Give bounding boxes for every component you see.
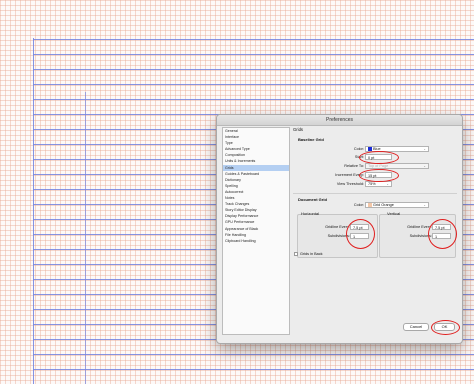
document-color-label: Color: [353,203,364,207]
baseline-relative-value: Top of Page [368,164,389,168]
baseline-increment-field[interactable]: 15 pt [365,172,392,178]
column-guide-line [85,92,86,384]
vertical-gridline-field[interactable]: 7.5 pt [432,224,451,230]
dialog-title[interactable]: Preferences [217,115,462,126]
document-color-select[interactable]: Grid Orange ⌄ [365,202,429,208]
page-edge-line [33,38,34,384]
chevron-down-icon: ⌄ [423,164,426,168]
horizontal-title: Horizontal [301,211,320,216]
sidebar-item-clipboard-handling[interactable]: Clipboard Handling [223,238,289,244]
document-grid-title: Document Grid [298,197,327,202]
ok-button[interactable]: OK [434,323,455,331]
preferences-sidebar[interactable]: General Interface Type Advanced Type Composi… [222,127,290,335]
baseline-increment-label: Increment Every: [335,173,364,177]
baseline-start-field[interactable]: 0 pt [365,154,392,160]
baseline-threshold-label: View Threshold: [336,182,364,186]
section-title: Grids [293,127,304,132]
horizontal-subdivisions-label: Subdivisions: [327,234,350,238]
baseline-relative-select[interactable]: Top of Page ⌄ [365,163,429,169]
baseline-color-select[interactable]: Blue ⌄ [365,146,429,152]
grids-panel: Grids Baseline Grid Color: Blue ⌄ Start:… [293,127,460,335]
horizontal-gridline-label: Gridline Every: [325,225,350,229]
baseline-color-value: Blue [373,147,381,151]
vertical-subdivisions-label: Subdivisions: [409,234,432,238]
baseline-color-label: Color: [353,147,364,151]
grids-in-back-checkbox[interactable] [294,252,298,256]
chevron-down-icon: ⌄ [386,182,389,186]
section-divider [293,193,457,194]
baseline-relative-label: Relative To: [344,164,364,168]
document-color-value: Grid Orange [373,203,394,207]
color-swatch [368,147,372,151]
vertical-subdivisions-field[interactable]: 1 [432,233,451,239]
chevron-down-icon: ⌄ [423,147,426,151]
grids-in-back-label: Grids in Back [300,252,323,256]
vertical-title: Vertical [387,211,401,216]
cancel-button[interactable]: Cancel [403,323,429,331]
preferences-dialog: Preferences General Interface Type Advanced… [216,114,463,344]
color-swatch [368,203,372,207]
baseline-threshold-select[interactable]: 75% ⌄ [365,181,392,187]
horizontal-gridline-field[interactable]: 7.5 pt [350,224,369,230]
chevron-down-icon: ⌄ [423,203,426,207]
baseline-grid-title: Baseline Grid [298,137,324,142]
baseline-threshold-value: 75% [368,182,376,186]
horizontal-subdivisions-field[interactable]: 1 [350,233,369,239]
baseline-start-label: Start: [354,155,364,159]
vertical-gridline-label: Gridline Every: [407,225,432,229]
